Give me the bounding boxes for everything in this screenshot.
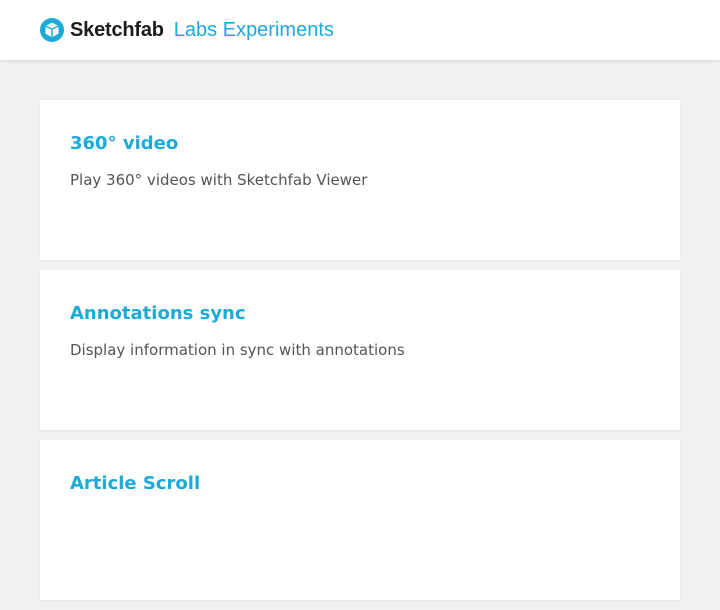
experiment-title[interactable]: Annotations sync	[70, 302, 650, 326]
top-header: Sketchfab Labs Experiments	[0, 0, 720, 60]
experiment-title[interactable]: Article Scroll	[70, 472, 650, 496]
brand-subtitle: Labs Experiments	[173, 18, 334, 41]
experiment-description: Display information in sync with annotat…	[70, 341, 405, 359]
brand-name: Sketchfab	[70, 18, 164, 41]
experiments-list: 360° video Play 360° videos with Sketchf…	[40, 100, 680, 610]
experiment-card[interactable]: 360° video Play 360° videos with Sketchf…	[40, 100, 680, 260]
experiment-description: Play 360° videos with Sketchfab Viewer	[70, 171, 368, 189]
brand-link[interactable]: Sketchfab Labs Experiments	[40, 18, 334, 42]
sketchfab-logo-icon	[40, 18, 64, 42]
experiment-title[interactable]: 360° video	[70, 132, 650, 156]
experiment-card[interactable]: Annotations sync Display information in …	[40, 270, 680, 430]
experiment-card[interactable]: Article Scroll	[40, 440, 680, 600]
